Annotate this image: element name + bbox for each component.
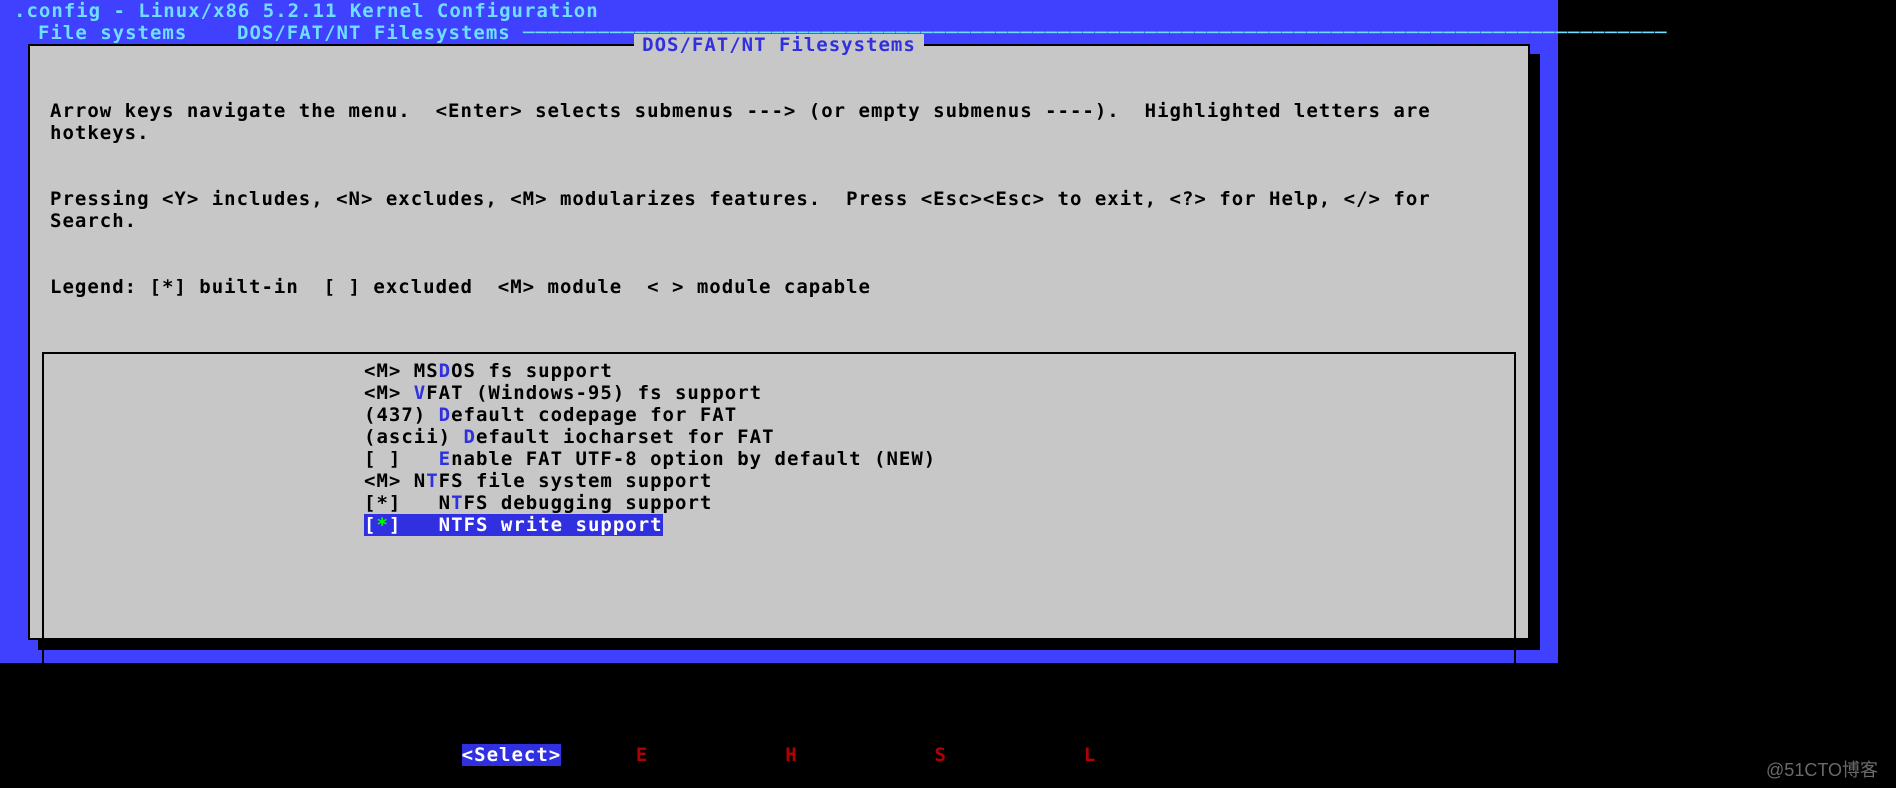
panel-title: DOS/FAT/NT Filesystems (30, 34, 1528, 56)
option-default-codepage[interactable]: (437) Default codepage for FAT (44, 404, 1514, 426)
menuconfig-screen: .config - Linux/x86 5.2.11 Kernel Config… (0, 0, 1558, 663)
options-box: <M> MSDOS fs support <M> VFAT (Windows-9… (42, 352, 1516, 722)
option-vfat-fs[interactable]: <M> VFAT (Windows-95) fs support (44, 382, 1514, 404)
help-text: Arrow keys navigate the menu. <Enter> se… (30, 46, 1528, 348)
option-fat-utf8[interactable]: [ ] Enable FAT UTF-8 option by default (… (44, 448, 1514, 470)
option-ntfs-debug[interactable]: [*] NTFS debugging support (44, 492, 1514, 514)
star-icon: * (376, 514, 388, 536)
load-button[interactable]: < Load > (1059, 744, 1159, 766)
help-button[interactable]: < Help > (760, 744, 860, 766)
hotkey: V (414, 382, 426, 404)
option-default-iocharset[interactable]: (ascii) Default iocharset for FAT (44, 426, 1514, 448)
button-bar: <Select> < Exit > < Help > < Save > < Lo… (30, 744, 1528, 766)
select-button[interactable]: <Select> (462, 744, 562, 766)
option-ntfs-fs[interactable]: <M> NTFS file system support (44, 470, 1514, 492)
option-ntfs-write[interactable]: [*] NTFS write support (364, 514, 663, 536)
save-button[interactable]: < Save > (910, 744, 1010, 766)
hotkey: D (464, 426, 476, 448)
hotkey: D (439, 360, 451, 382)
option-msdos-fs[interactable]: <M> MSDOS fs support (44, 360, 1514, 382)
window-title: .config - Linux/x86 5.2.11 Kernel Config… (10, 0, 1548, 22)
help-line: Pressing <Y> includes, <N> excludes, <M>… (50, 188, 1508, 232)
hotkey: E (439, 448, 451, 470)
hotkey: T (451, 514, 463, 536)
hotkey: T (451, 492, 463, 514)
hotkey: D (439, 404, 451, 426)
hotkey: T (426, 470, 438, 492)
watermark: @51CTO博客 (1766, 756, 1878, 782)
help-line: Legend: [*] built-in [ ] excluded <M> mo… (50, 276, 1508, 298)
main-panel: DOS/FAT/NT Filesystems Arrow keys naviga… (28, 44, 1530, 640)
exit-button[interactable]: < Exit > (611, 744, 711, 766)
help-line: Arrow keys navigate the menu. <Enter> se… (50, 100, 1508, 144)
